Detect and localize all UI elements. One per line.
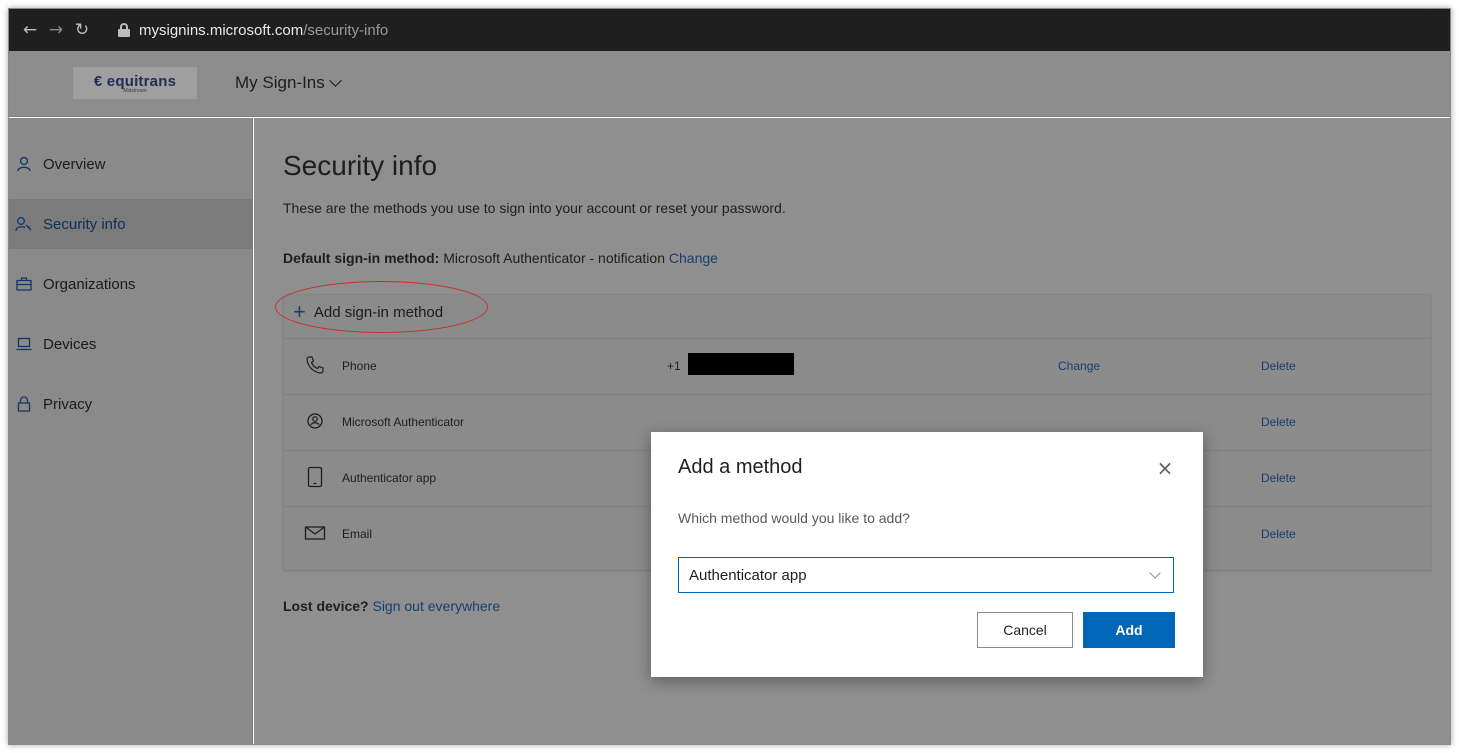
phone-icon [303, 353, 327, 377]
sign-out-everywhere-link[interactable]: Sign out everywhere [372, 598, 500, 614]
sidebar-item-label: Devices [43, 335, 97, 353]
logo-subtext: Midstream [123, 87, 147, 94]
change-default-link[interactable]: Change [669, 250, 718, 266]
mail-icon [303, 521, 327, 545]
page-description: These are the methods you use to sign in… [283, 200, 786, 216]
delete-link[interactable]: Delete [1261, 359, 1296, 373]
chevron-down-icon [328, 74, 342, 87]
person-key-icon [15, 215, 33, 233]
method-name: Microsoft Authenticator [342, 415, 465, 429]
sidebar-item-label: Privacy [43, 395, 93, 413]
delete-link[interactable]: Delete [1261, 415, 1296, 429]
person-icon [15, 155, 33, 173]
sidebar-item-devices[interactable]: Devices [9, 319, 253, 369]
app-header: € equitrans Midstream My Sign-Ins [9, 51, 1450, 117]
page: € equitrans Midstream My Sign-Ins Overvi… [9, 51, 1450, 744]
sidebar-item-label: Overview [43, 155, 106, 173]
method-name: Email [342, 527, 373, 541]
method-value: +1 [667, 359, 681, 373]
sidebar: Overview Security info Organizations Dev… [9, 118, 253, 744]
url-field[interactable]: mysignins.microsoft.com/security-info [105, 15, 1442, 45]
annotation-ring [275, 281, 488, 333]
change-link[interactable]: Change [1058, 359, 1100, 373]
method-name: Phone [342, 359, 377, 373]
chevron-down-icon [1149, 567, 1161, 579]
sidebar-item-security-info[interactable]: Security info [9, 199, 253, 249]
dialog-title: Add a method [678, 456, 803, 478]
tablet-icon [303, 465, 327, 489]
laptop-icon [15, 335, 33, 353]
default-method-label: Default sign-in method: [283, 250, 440, 266]
app-title: My Sign-Ins [235, 73, 325, 92]
method-row-phone: Phone +1 Change Delete [284, 338, 1430, 394]
cancel-button[interactable]: Cancel [977, 612, 1073, 648]
lock-icon [15, 395, 33, 413]
sidebar-item-privacy[interactable]: Privacy [9, 379, 253, 429]
method-select[interactable]: Authenticator app [678, 557, 1174, 593]
add-button[interactable]: Add [1083, 612, 1175, 648]
selected-option: Authenticator app [689, 566, 807, 584]
lost-device-label: Lost device? [283, 598, 369, 614]
url-host: mysignins.microsoft.com [139, 21, 304, 39]
authenticator-icon [303, 409, 327, 433]
sidebar-item-organizations[interactable]: Organizations [9, 259, 253, 309]
app-switcher[interactable]: My Sign-Ins [235, 73, 342, 93]
briefcase-icon [15, 275, 33, 293]
lock-icon [117, 23, 131, 37]
delete-link[interactable]: Delete [1261, 527, 1296, 541]
forward-arrow-icon[interactable]: → [43, 20, 69, 40]
add-method-dialog: Add a method × Which method would you li… [651, 432, 1203, 677]
lost-device: Lost device? Sign out everywhere [283, 598, 500, 614]
sidebar-item-label: Organizations [43, 275, 136, 293]
default-method-value: Microsoft Authenticator - notification [443, 250, 665, 266]
page-title: Security info [283, 150, 438, 181]
reload-icon[interactable]: ↻ [69, 20, 95, 40]
back-arrow-icon[interactable]: ← [17, 20, 43, 40]
default-sign-in-method: Default sign-in method: Microsoft Authen… [283, 250, 718, 266]
delete-link[interactable]: Delete [1261, 471, 1296, 485]
redaction-bar [688, 353, 794, 375]
sidebar-item-overview[interactable]: Overview [9, 139, 253, 189]
close-icon[interactable]: × [1155, 458, 1175, 478]
company-logo[interactable]: € equitrans Midstream [73, 67, 197, 99]
dialog-question: Which method would you like to add? [678, 510, 910, 526]
browser-address-bar: ← → ↻ mysignins.microsoft.com/security-i… [9, 9, 1450, 51]
method-name: Authenticator app [342, 471, 437, 485]
sidebar-item-label: Security info [43, 215, 126, 233]
url-path: /security-info [303, 21, 389, 39]
screenshot-frame: ← → ↻ mysignins.microsoft.com/security-i… [8, 8, 1451, 745]
